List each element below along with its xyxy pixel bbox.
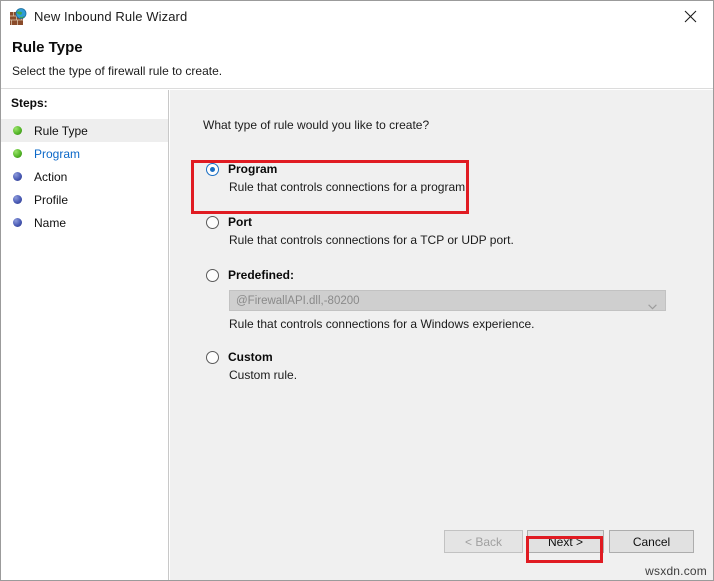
page-header: Rule Type Select the type of firewall ru… bbox=[1, 32, 713, 89]
rule-type-question: What type of rule would you like to crea… bbox=[203, 118, 429, 132]
step-bullet-icon bbox=[13, 195, 22, 204]
step-bullet-icon bbox=[13, 149, 22, 158]
radio-custom[interactable] bbox=[206, 351, 219, 364]
title-bar: New Inbound Rule Wizard bbox=[1, 1, 713, 32]
option-port[interactable]: Port Rule that controls connections for … bbox=[193, 214, 693, 249]
close-icon[interactable] bbox=[668, 1, 713, 32]
steps-list: Rule Type Program Action Profile Name bbox=[1, 119, 168, 234]
sidebar-item-label: Profile bbox=[34, 193, 68, 207]
chevron-down-icon bbox=[648, 297, 657, 303]
steps-heading: Steps: bbox=[11, 96, 48, 110]
option-description: Rule that controls connections for a TCP… bbox=[229, 232, 693, 249]
page-subtitle: Select the type of firewall rule to crea… bbox=[12, 64, 222, 78]
predefined-rule-dropdown[interactable]: @FirewallAPI.dll,-80200 bbox=[229, 290, 666, 311]
radio-predefined[interactable] bbox=[206, 269, 219, 282]
option-description: Rule that controls connections for a Win… bbox=[229, 316, 693, 333]
sidebar-item-profile[interactable]: Profile bbox=[1, 188, 168, 211]
predefined-rule-value: @FirewallAPI.dll,-80200 bbox=[236, 295, 360, 307]
watermark: wsxdn.com bbox=[645, 564, 707, 578]
option-title: Program bbox=[228, 161, 277, 177]
page-title: Rule Type bbox=[12, 39, 83, 56]
radio-port[interactable] bbox=[206, 216, 219, 229]
option-program[interactable]: Program Rule that controls connections f… bbox=[193, 161, 693, 196]
sidebar-item-label: Action bbox=[34, 170, 67, 184]
steps-sidebar: Steps: Rule Type Program Action Profile … bbox=[1, 90, 169, 580]
step-bullet-icon bbox=[13, 126, 22, 135]
cancel-button[interactable]: Cancel bbox=[609, 530, 694, 553]
radio-program[interactable] bbox=[206, 163, 219, 176]
sidebar-item-action[interactable]: Action bbox=[1, 165, 168, 188]
option-description: Rule that controls connections for a pro… bbox=[229, 179, 693, 196]
sidebar-item-label: Program bbox=[34, 147, 80, 161]
sidebar-item-name[interactable]: Name bbox=[1, 211, 168, 234]
sidebar-item-rule-type[interactable]: Rule Type bbox=[1, 119, 168, 142]
firewall-globe-icon bbox=[9, 8, 27, 26]
sidebar-item-label: Rule Type bbox=[34, 124, 88, 138]
content-pane: What type of rule would you like to crea… bbox=[170, 90, 713, 580]
sidebar-item-program[interactable]: Program bbox=[1, 142, 168, 165]
option-custom[interactable]: Custom Custom rule. bbox=[193, 349, 693, 384]
rule-type-options: Program Rule that controls connections f… bbox=[193, 161, 693, 384]
option-title: Port bbox=[228, 214, 252, 230]
wizard-button-bar: < Back Next > Cancel bbox=[170, 520, 713, 580]
next-button[interactable]: Next > bbox=[527, 530, 604, 553]
step-bullet-icon bbox=[13, 218, 22, 227]
option-predefined[interactable]: Predefined: @FirewallAPI.dll,-80200 Rule… bbox=[193, 267, 693, 333]
step-bullet-icon bbox=[13, 172, 22, 181]
option-description: Custom rule. bbox=[229, 367, 693, 384]
window-title: New Inbound Rule Wizard bbox=[34, 9, 187, 24]
option-title: Predefined: bbox=[228, 267, 294, 283]
new-inbound-rule-wizard-window: New Inbound Rule Wizard Rule Type Select… bbox=[0, 0, 714, 581]
sidebar-item-label: Name bbox=[34, 216, 66, 230]
option-title: Custom bbox=[228, 349, 273, 365]
back-button[interactable]: < Back bbox=[444, 530, 523, 553]
